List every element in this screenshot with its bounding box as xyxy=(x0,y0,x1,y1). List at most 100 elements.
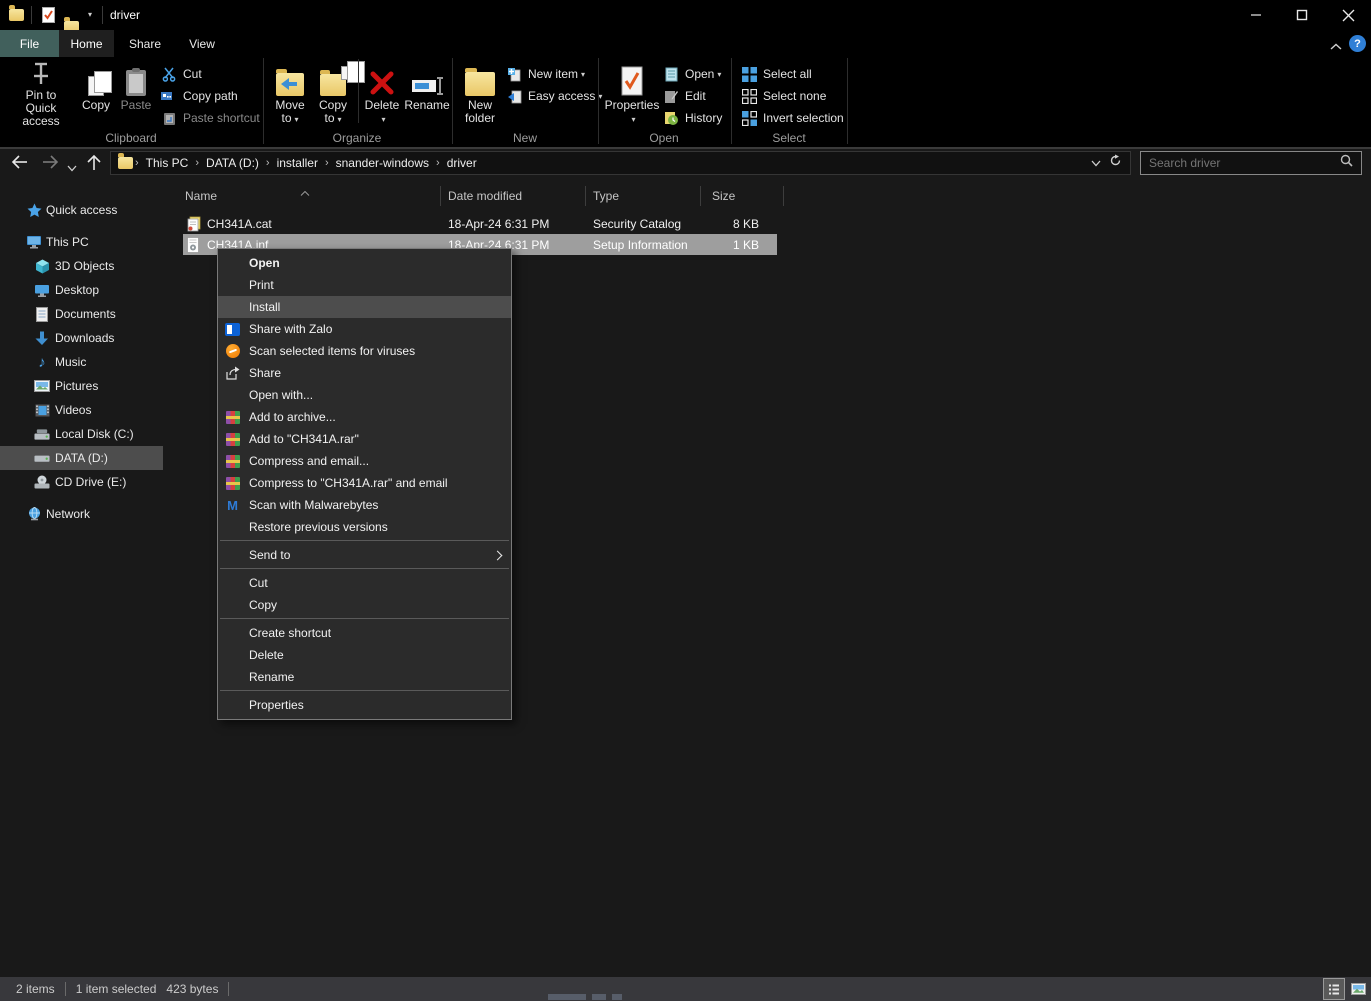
menu-item-add-to-archive[interactable]: Add to archive... xyxy=(218,406,511,428)
new-item-button[interactable]: New item▾ xyxy=(505,64,585,84)
sidebar-item-downloads[interactable]: Downloads xyxy=(0,326,163,350)
menu-item-share-with-zalo[interactable]: Share with Zalo xyxy=(218,318,511,340)
edit-button[interactable]: Edit xyxy=(662,86,706,106)
qat-properties-icon[interactable] xyxy=(42,7,55,23)
details-view-button[interactable] xyxy=(1323,978,1345,1000)
sidebar-item-this-pc[interactable]: This PC xyxy=(0,230,163,254)
sidebar-item-local-disk-c[interactable]: Local Disk (C:) xyxy=(0,422,163,446)
menu-item-cut[interactable]: Cut xyxy=(218,572,511,594)
file-row-ch341a-cat[interactable]: CH341A.cat 18-Apr-24 6:31 PM Security Ca… xyxy=(183,213,777,234)
sidebar-item-network[interactable]: Network xyxy=(0,502,163,526)
large-icons-view-button[interactable] xyxy=(1347,978,1369,1000)
menu-item-restore-previous[interactable]: Restore previous versions xyxy=(218,516,511,538)
menu-item-create-shortcut[interactable]: Create shortcut xyxy=(218,622,511,644)
forward-button[interactable] xyxy=(40,154,60,175)
cut-button[interactable]: Cut xyxy=(160,64,202,84)
crumb-installer[interactable]: installer xyxy=(272,156,323,170)
invert-selection-button[interactable]: Invert selection xyxy=(740,108,844,128)
dropdown-caret-icon: ▾ xyxy=(381,115,385,124)
sidebar-item-desktop[interactable]: Desktop xyxy=(0,278,163,302)
menu-item-copy[interactable]: Copy xyxy=(218,594,511,616)
sidebar-item-cd-drive-e[interactable]: CD Drive (E:) xyxy=(0,470,163,494)
network-globe-icon xyxy=(26,506,42,522)
easy-access-button[interactable]: Easy access▾ xyxy=(505,86,602,106)
menu-item-open[interactable]: Open xyxy=(218,252,511,274)
recent-locations-caret-icon[interactable] xyxy=(67,159,77,177)
paste-button[interactable]: Paste xyxy=(116,60,156,128)
up-button[interactable] xyxy=(86,153,102,178)
winrar-icon xyxy=(224,475,241,492)
open-label: Open xyxy=(685,67,714,81)
sidebar-label: Music xyxy=(55,355,86,369)
crumb-driver[interactable]: driver xyxy=(442,156,482,170)
ribbon-divider xyxy=(731,58,732,144)
copy-button[interactable]: Copy xyxy=(76,60,116,128)
sidebar-item-documents[interactable]: Documents xyxy=(0,302,163,326)
sidebar-item-pictures[interactable]: Pictures xyxy=(0,374,163,398)
maximize-button[interactable] xyxy=(1279,0,1325,30)
help-icon[interactable]: ? xyxy=(1349,35,1366,52)
menu-item-open-with[interactable]: Open with... xyxy=(218,384,511,406)
close-button[interactable] xyxy=(1325,0,1371,30)
properties-icon xyxy=(620,60,644,96)
column-divider[interactable] xyxy=(700,186,701,206)
sidebar-item-quick-access[interactable]: Quick access xyxy=(0,198,163,222)
menu-item-properties[interactable]: Properties xyxy=(218,694,511,716)
tab-view[interactable]: View xyxy=(176,30,228,57)
sidebar-label: Documents xyxy=(55,307,116,321)
menu-item-send-to[interactable]: Send to xyxy=(218,544,511,566)
pin-to-quick-access-button[interactable]: Pin to Quick access xyxy=(10,60,72,128)
column-header-name[interactable]: Name xyxy=(185,189,217,203)
crumb-snander-windows[interactable]: snander-windows xyxy=(331,156,434,170)
menu-item-print[interactable]: Print xyxy=(218,274,511,296)
qat-customize-caret-icon[interactable]: ▾ xyxy=(88,10,92,19)
column-header-modified[interactable]: Date modified xyxy=(448,189,522,203)
collapse-ribbon-icon[interactable] xyxy=(1330,38,1342,46)
properties-button[interactable]: Properties▾ xyxy=(604,60,660,128)
dropdown-caret-icon: ▾ xyxy=(295,115,299,124)
open-button[interactable]: Open▾ xyxy=(662,64,721,84)
sidebar-item-videos[interactable]: Videos xyxy=(0,398,163,422)
menu-item-compress-to-rar-email[interactable]: Compress to "CH341A.rar" and email xyxy=(218,472,511,494)
menu-item-install[interactable]: Install xyxy=(218,296,511,318)
sidebar-item-music[interactable]: ♪ Music xyxy=(0,350,163,374)
sidebar-label: Local Disk (C:) xyxy=(55,427,134,441)
menu-item-rename[interactable]: Rename xyxy=(218,666,511,688)
menu-item-scan-malwarebytes[interactable]: MScan with Malwarebytes xyxy=(218,494,511,516)
crumb-this-pc[interactable]: This PC xyxy=(141,156,194,170)
rename-button[interactable]: Rename xyxy=(404,60,450,128)
new-folder-button[interactable]: New folder xyxy=(458,60,502,128)
sidebar-item-data-d[interactable]: DATA (D:) xyxy=(0,446,163,470)
select-none-button[interactable]: Select none xyxy=(740,86,826,106)
minimize-button[interactable] xyxy=(1233,0,1279,30)
sidebar-item-3d-objects[interactable]: 3D Objects xyxy=(0,254,163,278)
search-icon[interactable] xyxy=(1340,154,1353,172)
tab-home[interactable]: Home xyxy=(59,30,114,57)
search-input[interactable] xyxy=(1141,156,1340,170)
select-all-button[interactable]: Select all xyxy=(740,64,812,84)
column-divider[interactable] xyxy=(783,186,784,206)
column-header-type[interactable]: Type xyxy=(593,189,619,203)
history-button[interactable]: History xyxy=(662,108,722,128)
menu-item-add-to-rar[interactable]: Add to "CH341A.rar" xyxy=(218,428,511,450)
crumb-data-d[interactable]: DATA (D:) xyxy=(201,156,264,170)
tab-share[interactable]: Share xyxy=(114,30,176,57)
breadcrumb[interactable]: › This PC › DATA (D:) › installer › snan… xyxy=(110,151,1131,175)
delete-button[interactable]: Delete▾ xyxy=(362,60,402,128)
menu-item-scan-viruses[interactable]: Scan selected items for viruses xyxy=(218,340,511,362)
paste-shortcut-button[interactable]: Paste shortcut xyxy=(160,108,260,128)
back-button[interactable] xyxy=(10,154,30,175)
address-dropdown-caret-icon[interactable] xyxy=(1091,154,1101,172)
menu-item-delete[interactable]: Delete xyxy=(218,644,511,666)
refresh-icon[interactable] xyxy=(1109,154,1122,172)
menu-item-share[interactable]: Share xyxy=(218,362,511,384)
film-icon xyxy=(34,402,50,418)
copy-to-button[interactable]: Copy to▾ xyxy=(312,60,354,128)
tab-file[interactable]: File xyxy=(0,30,59,57)
column-header-size[interactable]: Size xyxy=(712,189,735,203)
copy-path-button[interactable]: Copy path xyxy=(160,86,238,106)
move-to-button[interactable]: Move to▾ xyxy=(268,60,312,128)
column-divider[interactable] xyxy=(440,186,441,206)
menu-item-compress-email[interactable]: Compress and email... xyxy=(218,450,511,472)
column-divider[interactable] xyxy=(585,186,586,206)
